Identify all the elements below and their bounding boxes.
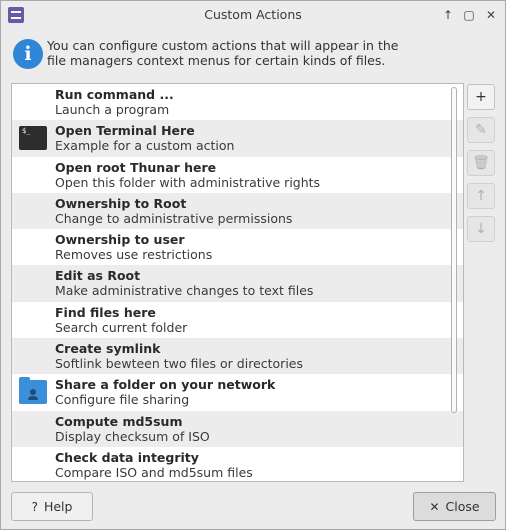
maximize-icon[interactable]: ▢	[461, 7, 477, 23]
action-row[interactable]: Share a folder on your network Configure …	[12, 374, 463, 410]
action-name: Edit as Root	[55, 268, 141, 284]
action-name: Find files here	[55, 304, 156, 320]
action-description: Search current folder	[55, 319, 188, 335]
help-icon: ?	[31, 500, 38, 514]
window-up-icon[interactable]: ↑	[440, 7, 456, 23]
action-name: Create symlink	[55, 341, 161, 357]
action-row[interactable]: Find files here Search current folder	[12, 302, 463, 338]
action-name: Compute md5sum	[55, 413, 183, 429]
action-description: Launch a program	[55, 102, 170, 117]
add-action-button[interactable]: +	[467, 84, 495, 110]
close-window-icon[interactable]: ✕	[483, 7, 499, 23]
action-row[interactable]: Ownership to user Removes use restriction…	[12, 229, 463, 265]
action-name: Open Terminal Here	[55, 123, 195, 139]
action-row[interactable]: Edit as Root Make administrative changes …	[12, 265, 463, 302]
action-row[interactable]: Ownership to Root Change to administrativ…	[12, 192, 463, 230]
action-row[interactable]: Create symlink Softlink bewteen two files…	[12, 338, 463, 375]
action-description: Softlink bewteen two files or directorie…	[55, 356, 303, 372]
edit-action-button[interactable]: ✎	[467, 117, 495, 143]
delete-action-button[interactable]: 🗑	[467, 150, 495, 176]
info-line-2: file managers context menus for certain …	[47, 53, 386, 68]
action-description: Example for a custom action	[55, 138, 235, 154]
terminal-icon: $_	[19, 126, 47, 151]
move-up-button[interactable]: ↑	[467, 183, 495, 209]
action-row[interactable]: Open root Thunar here Open this folder wi…	[12, 157, 463, 193]
action-name: Ownership to user	[55, 232, 185, 248]
action-description: Compare ISO and md5sum files	[55, 464, 253, 480]
action-description: Make administrative changes to text file…	[55, 283, 314, 299]
close-icon: ✕	[429, 500, 440, 514]
custom-actions-window: Custom Actions ↑ ▢ ✕ i You can configure…	[0, 0, 506, 530]
close-button[interactable]: ✕ Close	[413, 492, 496, 521]
action-name: Ownership to Root	[55, 195, 187, 211]
action-name: Check data integrity	[55, 449, 199, 465]
info-line-1: You can configure custom actions that wi…	[47, 38, 399, 53]
move-down-button[interactable]: ↓	[467, 216, 495, 242]
help-button[interactable]: ? Help	[11, 492, 93, 521]
scrollbar-thumb[interactable]	[451, 87, 457, 413]
window-title: Custom Actions	[204, 7, 302, 22]
help-label: Help	[43, 499, 73, 514]
actions-list[interactable]: Run command ... Launch a program $_ Open Te…	[11, 83, 464, 482]
titlebar: Custom Actions ↑ ▢ ✕	[1, 1, 505, 29]
action-description: Change to administrative permissions	[55, 210, 293, 226]
action-row[interactable]: Run command ... Launch a program	[12, 84, 463, 120]
info-message: You can configure custom actions that wi…	[47, 38, 407, 68]
action-row[interactable]: $_ Open Terminal Here Example for a custom…	[12, 120, 463, 157]
close-label: Close	[445, 499, 480, 514]
action-description: Open this folder with administrative rig…	[55, 174, 321, 190]
action-description: Configure file sharing	[55, 392, 190, 408]
action-description: Removes use restrictions	[55, 247, 213, 263]
actions-scrollbar[interactable]	[449, 85, 458, 477]
action-row[interactable]: Compute md5sum Display checksum of ISO	[12, 410, 463, 447]
info-icon: i	[13, 39, 43, 69]
action-name: Run command ...	[55, 87, 174, 102]
action-name: Open root Thunar here	[55, 159, 217, 175]
action-description: Display checksum of ISO	[55, 428, 210, 444]
action-name: Share a folder on your network	[55, 377, 276, 393]
folder-share-icon	[19, 377, 47, 405]
action-row[interactable]: Check data integrity Compare ISO and md5s…	[12, 447, 463, 481]
